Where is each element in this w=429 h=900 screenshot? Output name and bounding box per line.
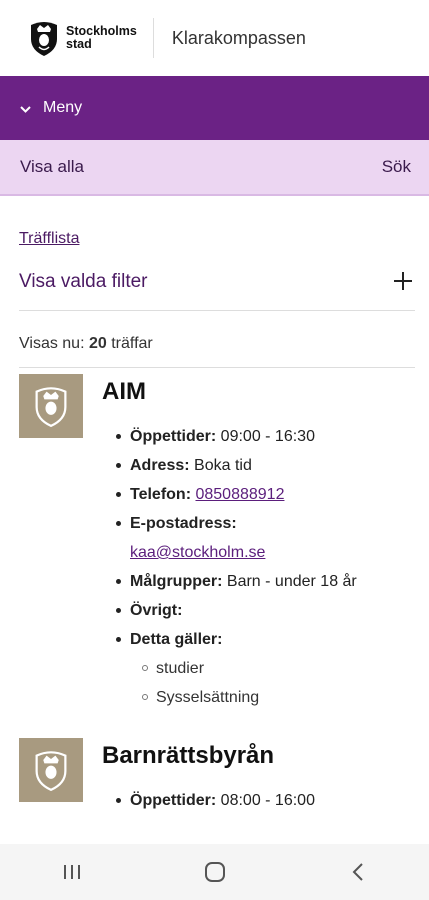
result-count: Visas nu: 20 träffar bbox=[19, 335, 415, 368]
result-details: Öppettider: 08:00 - 16:00 bbox=[102, 786, 415, 815]
crest-icon bbox=[35, 751, 67, 791]
plus-icon bbox=[393, 268, 413, 296]
detail-adress: Adress: Boka tid bbox=[112, 451, 415, 480]
list-item: studier bbox=[140, 654, 415, 683]
detail-epost: E-postadress: kaa@stockholm.se bbox=[112, 509, 415, 567]
result-thumbnail bbox=[19, 738, 83, 802]
detail-label: Öppettider: bbox=[130, 792, 217, 809]
tab-sok[interactable]: Sök bbox=[382, 157, 411, 177]
detail-telefon: Telefon: 0850888912 bbox=[112, 480, 415, 509]
result-details: Öppettider: 09:00 - 16:30 Adress: Boka t… bbox=[102, 422, 415, 712]
app-header: Stockholms stad Klarakompassen bbox=[0, 0, 429, 76]
result-thumbnail bbox=[19, 374, 83, 438]
list-item: Sysselsättning bbox=[140, 683, 415, 712]
tab-visa-alla[interactable]: Visa alla bbox=[20, 157, 84, 177]
detail-label: Telefon: bbox=[130, 486, 192, 503]
detail-malgrupper: Målgrupper: Barn - under 18 år bbox=[112, 567, 415, 596]
home-icon[interactable] bbox=[185, 861, 245, 883]
menu-toggle[interactable]: Meny bbox=[0, 76, 429, 140]
detail-value: Barn - under 18 år bbox=[226, 573, 357, 590]
menu-label: Meny bbox=[43, 99, 83, 116]
detail-label: E-postadress: bbox=[130, 515, 237, 532]
back-icon[interactable] bbox=[328, 863, 388, 881]
result-title[interactable]: AIM bbox=[102, 378, 415, 406]
crest-icon bbox=[35, 387, 67, 427]
detail-label: Målgrupper: bbox=[130, 573, 223, 590]
detail-ovrigt: Övrigt: bbox=[112, 596, 415, 625]
detail-oppettider: Öppettider: 08:00 - 16:00 bbox=[112, 786, 415, 815]
view-tabs: Visa alla Sök bbox=[0, 140, 429, 196]
stockholms-stad-logo[interactable]: Stockholms stad bbox=[28, 19, 137, 57]
detail-value: Boka tid bbox=[194, 457, 252, 474]
phone-link[interactable]: 0850888912 bbox=[195, 486, 284, 503]
breadcrumb-trafflista[interactable]: Träfflista bbox=[19, 230, 415, 248]
detail-label: Detta gäller: bbox=[130, 631, 223, 648]
header-divider bbox=[152, 18, 154, 58]
detail-value: 08:00 - 16:00 bbox=[220, 792, 315, 809]
email-link[interactable]: kaa@stockholm.se bbox=[130, 544, 265, 561]
detail-label: Adress: bbox=[130, 457, 190, 474]
chevron-down-icon bbox=[20, 101, 31, 116]
galler-list: studier Sysselsättning bbox=[130, 654, 415, 712]
detail-label: Öppettider: bbox=[130, 428, 217, 445]
filter-toggle[interactable]: Visa valda filter bbox=[19, 254, 415, 311]
recent-apps-icon[interactable] bbox=[42, 864, 102, 880]
main-content: Träfflista Visa valda filter Visas nu: 2… bbox=[0, 230, 429, 815]
detail-galler: Detta gäller: studier Sysselsättning bbox=[112, 625, 415, 712]
detail-value: 09:00 - 16:30 bbox=[220, 428, 315, 445]
detail-oppettider: Öppettider: 09:00 - 16:30 bbox=[112, 422, 415, 451]
count-number: 20 bbox=[88, 335, 107, 352]
android-nav-bar bbox=[0, 844, 429, 900]
detail-label: Övrigt: bbox=[130, 602, 183, 619]
result-title[interactable]: Barnrättsbyrån bbox=[102, 742, 415, 770]
logo-line2: stad bbox=[66, 37, 92, 51]
result-item: AIM Öppettider: 09:00 - 16:30 Adress: Bo… bbox=[19, 374, 415, 712]
filter-label: Visa valda filter bbox=[19, 271, 148, 292]
result-item: Barnrättsbyrån Öppettider: 08:00 - 16:00 bbox=[19, 738, 415, 815]
count-suffix: träffar bbox=[111, 335, 153, 352]
count-prefix: Visas nu: bbox=[19, 335, 85, 352]
crest-icon bbox=[31, 22, 57, 56]
app-title: Klarakompassen bbox=[171, 27, 306, 48]
